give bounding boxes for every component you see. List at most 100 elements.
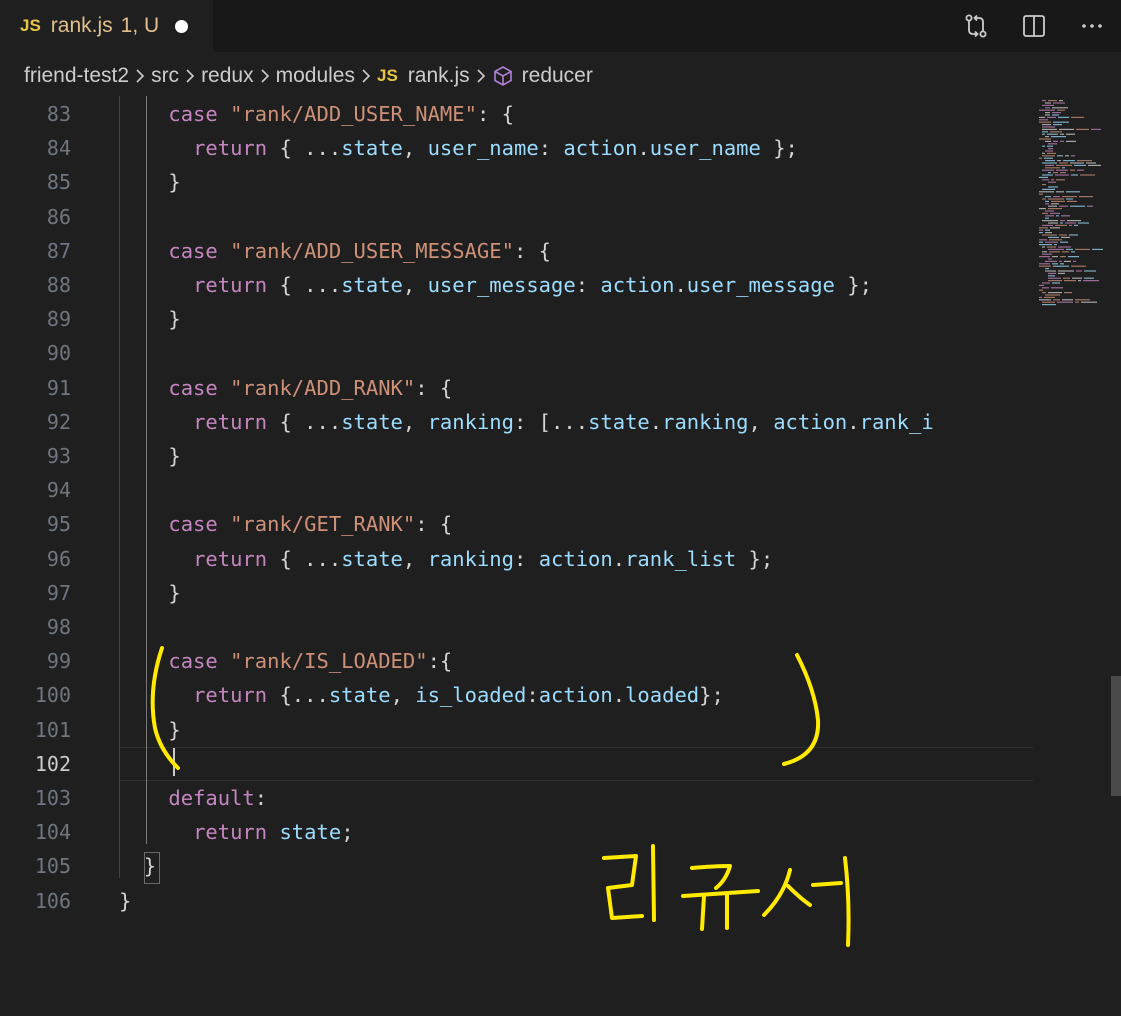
minimap-line [1060, 256, 1066, 258]
minimap-line [1084, 270, 1096, 272]
minimap-line [1045, 140, 1051, 142]
minimap-line [1071, 155, 1075, 157]
code-token: }; [834, 273, 872, 297]
code-token: { ... [267, 136, 342, 161]
code-text: return {...state, is_loaded:action.loade… [119, 678, 724, 712]
minimap-line [1039, 299, 1051, 301]
code-token: : [538, 136, 564, 161]
minimap-line [1053, 124, 1062, 126]
minimap-line [1048, 292, 1062, 294]
line-number: 99 [46, 649, 71, 674]
minimap-line [1071, 251, 1075, 253]
code-line[interactable]: 95 case "rank/GET_RANK": { [0, 507, 1033, 541]
breadcrumb-item-src[interactable]: src [151, 64, 179, 88]
code-line[interactable]: 87 case "rank/ADD_USER_MESSAGE": { [0, 234, 1033, 268]
minimap-line [1039, 241, 1043, 243]
code-line[interactable]: 84 return { ...state, user_name: action.… [0, 131, 1033, 165]
minimap-line [1051, 200, 1065, 202]
line-number: 96 [46, 546, 71, 571]
code-line[interactable]: 91 case "rank/ADD_RANK": { [0, 371, 1033, 405]
minimap-line [1060, 263, 1064, 265]
scrollbar-thumb[interactable] [1111, 676, 1121, 796]
minimap-line [1052, 282, 1060, 284]
code-token: state [341, 409, 403, 434]
breadcrumb: friend-test2 src redux modules JS rank.j… [0, 52, 1121, 100]
code-editor[interactable]: 83 case "rank/ADD_USER_NAME": {84 return… [0, 96, 1033, 1011]
code-line[interactable]: 101 } [0, 713, 1033, 747]
code-line[interactable]: 106} [0, 884, 1033, 918]
vertical-scrollbar[interactable] [1107, 96, 1121, 1011]
minimap-line [1039, 176, 1048, 178]
minimap-line [1071, 116, 1084, 118]
code-line[interactable]: 97 } [0, 576, 1033, 610]
minimap[interactable] [1033, 96, 1107, 1011]
code-token: rank_i [859, 409, 934, 434]
minimap-line [1047, 145, 1053, 147]
code-line[interactable]: 102 [0, 747, 1033, 781]
breadcrumb-item-symbol[interactable]: reducer [522, 64, 593, 88]
breadcrumb-item-file[interactable]: rank.js [408, 64, 470, 88]
minimap-line [1039, 229, 1043, 231]
code-token: case [168, 375, 218, 400]
code-text: case "rank/GET_RANK": { [119, 507, 452, 541]
code-line[interactable]: 94 [0, 473, 1033, 507]
minimap-line [1042, 251, 1047, 253]
minimap-line [1066, 191, 1080, 193]
code-line[interactable]: 92 return { ...state, ranking: [...state… [0, 405, 1033, 439]
minimap-line [1039, 263, 1050, 265]
code-line[interactable]: 89 } [0, 302, 1033, 336]
split-editor-button[interactable] [1005, 0, 1063, 52]
code-token: return [193, 409, 268, 434]
more-actions-button[interactable] [1063, 0, 1121, 52]
breadcrumb-item-modules[interactable]: modules [276, 64, 355, 88]
minimap-line [1062, 251, 1069, 253]
minimap-line [1074, 164, 1086, 166]
minimap-line [1048, 208, 1062, 210]
minimap-line [1042, 253, 1052, 255]
code-line[interactable]: 88 return { ...state, user_message: acti… [0, 268, 1033, 302]
code-token: "rank/ADD_USER_NAME" [230, 102, 477, 126]
code-token: } [119, 888, 132, 913]
minimap-line [1039, 265, 1051, 267]
code-line[interactable]: 96 return { ...state, ranking: action.ra… [0, 542, 1033, 576]
code-token: return [193, 273, 268, 297]
code-line[interactable]: 103 default: [0, 781, 1033, 815]
code-line[interactable]: 100 return {...state, is_loaded:action.l… [0, 678, 1033, 712]
code-line[interactable]: 104 return state; [0, 815, 1033, 849]
code-line[interactable]: 85 } [0, 165, 1033, 199]
code-line[interactable]: 90 [0, 336, 1033, 370]
code-token: case [168, 512, 218, 537]
breadcrumb-item-redux[interactable]: redux [201, 64, 254, 88]
minimap-line [1042, 174, 1053, 176]
minimap-line [1050, 212, 1060, 214]
code-text: } [119, 439, 180, 473]
compare-changes-button[interactable] [947, 0, 1005, 52]
unsaved-changes-dot-icon[interactable] [175, 19, 189, 33]
code-token: , [402, 546, 428, 571]
minimap-line [1048, 181, 1056, 183]
line-number: 83 [46, 102, 71, 126]
code-token: action [538, 546, 613, 571]
code-token: : [... [514, 409, 589, 434]
minimap-line [1058, 270, 1074, 272]
code-token: , [402, 409, 428, 434]
chevron-right-icon [133, 66, 147, 86]
code-line[interactable]: 93 } [0, 439, 1033, 473]
code-line[interactable]: 86 [0, 200, 1033, 234]
editor-tab-rank-js[interactable]: JS rank.js 1, U [0, 0, 213, 52]
minimap-line [1061, 236, 1070, 238]
code-line[interactable]: 98 [0, 610, 1033, 644]
code-text: case "rank/IS_LOADED":{ [119, 644, 452, 678]
code-token: ranking [427, 546, 514, 571]
code-token: . [649, 409, 663, 434]
split-editor-icon [1023, 15, 1045, 37]
breadcrumb-item-project[interactable]: friend-test2 [24, 64, 129, 88]
code-line[interactable]: 83 case "rank/ADD_USER_NAME": { [0, 97, 1033, 131]
code-line[interactable]: 99 case "rank/IS_LOADED":{ [0, 644, 1033, 678]
editor-actions [947, 0, 1121, 52]
code-text: return { ...state, user_message: action.… [119, 268, 872, 302]
